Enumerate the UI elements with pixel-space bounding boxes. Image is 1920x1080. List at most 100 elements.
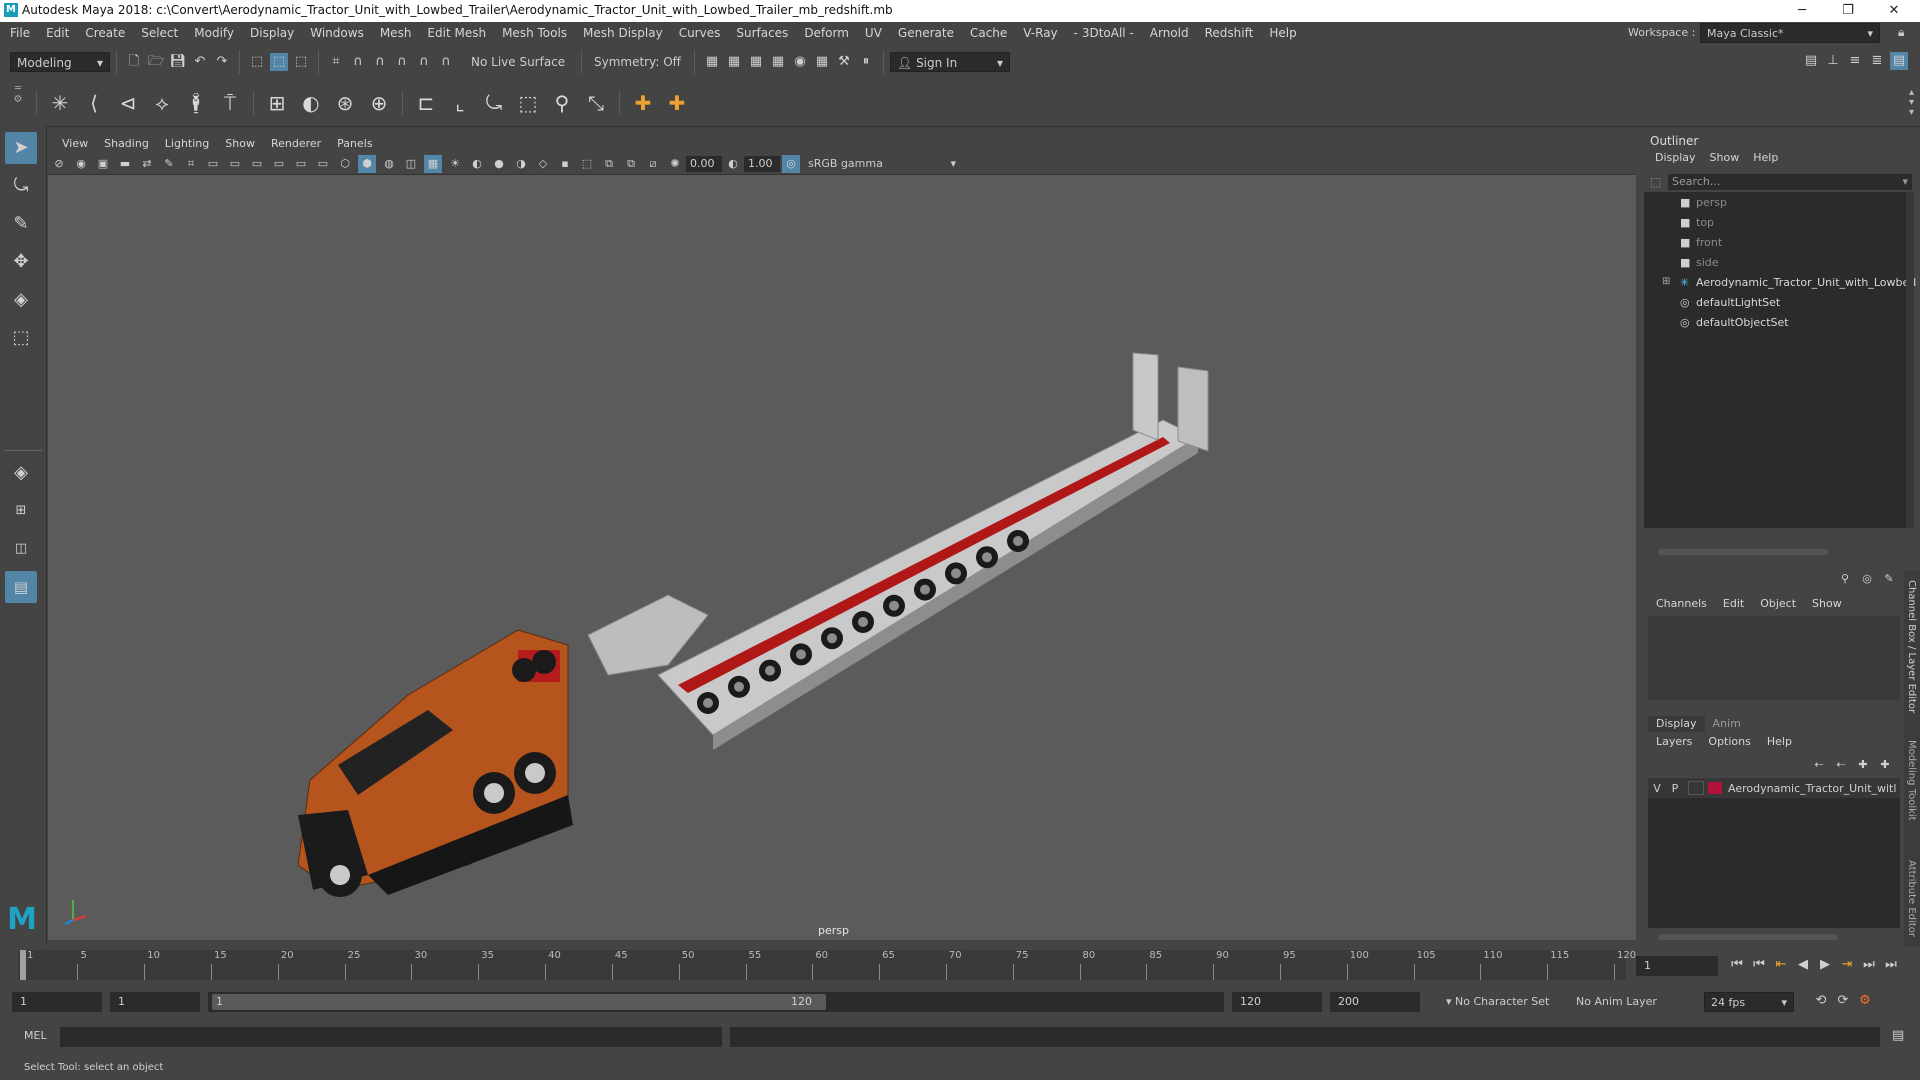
rotate-tool-icon[interactable]: ◈: [5, 284, 37, 316]
outliner-horizontal-scrollbar[interactable]: [1658, 549, 1828, 555]
camera-attr-icon[interactable]: ◉: [72, 155, 90, 173]
snap-view-icon[interactable]: ∩: [393, 53, 411, 71]
outliner-menu-display[interactable]: Display: [1648, 150, 1703, 166]
menu-mesh-display[interactable]: Mesh Display: [575, 22, 671, 44]
outliner-item-defaultlightset[interactable]: ◎ defaultLightSet: [1644, 294, 1904, 312]
lock-icon[interactable]: 🔒︎: [1898, 25, 1912, 39]
go-to-end-icon[interactable]: ⏭: [1882, 956, 1900, 974]
menu-redshift[interactable]: Redshift: [1197, 22, 1262, 44]
new-scene-icon[interactable]: 🗋: [125, 53, 143, 71]
render-frame-icon[interactable]: ▦: [703, 53, 721, 71]
filter-icon[interactable]: ⬚: [1650, 175, 1661, 189]
expand-icon[interactable]: ⊞: [1662, 276, 1670, 287]
resolution-gate-icon[interactable]: ▭: [226, 155, 244, 173]
set-key-icon[interactable]: ✚: [662, 88, 692, 118]
snap-surface-icon[interactable]: ∩: [415, 53, 433, 71]
outliner-item-defaultobjectset[interactable]: ◎ defaultObjectSet: [1644, 314, 1904, 332]
channel-menu-channels[interactable]: Channels: [1648, 596, 1715, 612]
menu-curves[interactable]: Curves: [671, 22, 729, 44]
pause-icon[interactable]: ⏸: [857, 53, 875, 71]
current-frame-field[interactable]: 1: [1636, 956, 1718, 976]
ik-spline-icon[interactable]: ⊲: [113, 88, 143, 118]
move-tool-icon[interactable]: ✥: [5, 246, 37, 278]
channel-box-settings-icon[interactable]: ⚲: [1836, 570, 1854, 588]
mel-label[interactable]: MEL: [24, 1029, 47, 1042]
bind-skin-icon[interactable]: ⟡: [147, 88, 177, 118]
xray-components-icon[interactable]: ⧄: [644, 155, 662, 173]
outliner-search-input[interactable]: Search... ▾: [1668, 174, 1912, 190]
symmetry-dropdown[interactable]: Symmetry: Off: [588, 52, 688, 72]
shadows-icon[interactable]: ◐: [468, 155, 486, 173]
image-plane-icon[interactable]: ▬: [116, 155, 134, 173]
select-component-icon[interactable]: ⬚: [292, 53, 310, 71]
snap-grid-icon[interactable]: ⌗: [327, 53, 345, 71]
exposure-field[interactable]: 0.00: [686, 156, 722, 172]
shelf-scroll-icon[interactable]: ▴ ▾ ▾: [1909, 88, 1914, 118]
camera-select-icon[interactable]: ⊘: [50, 155, 68, 173]
two-view-icon[interactable]: ◫: [5, 533, 37, 565]
outliner-menu-show[interactable]: Show: [1703, 150, 1747, 166]
locator-icon[interactable]: ✚: [628, 88, 658, 118]
constraint-point-icon[interactable]: ⌞: [445, 88, 475, 118]
tab-anim[interactable]: Anim: [1705, 716, 1749, 732]
ik-handle-icon[interactable]: ⟨: [79, 88, 109, 118]
wire-icon[interactable]: ⊕: [364, 88, 394, 118]
script-editor-icon[interactable]: ▤: [1892, 1028, 1904, 1043]
maximize-button[interactable]: ❐: [1828, 1, 1868, 21]
constraint-aim-icon[interactable]: ⚲: [547, 88, 577, 118]
motion-blur-icon[interactable]: ◑: [512, 155, 530, 173]
smooth-shade-icon[interactable]: ⬢: [358, 155, 376, 173]
menu-arnold[interactable]: Arnold: [1142, 22, 1197, 44]
select-hierarchy-icon[interactable]: ⬚: [248, 53, 266, 71]
step-back-key-icon[interactable]: ⏮: [1750, 956, 1768, 974]
menu-windows[interactable]: Windows: [302, 22, 372, 44]
step-forward-frame-icon[interactable]: ⇥: [1838, 956, 1856, 974]
wireframe-on-shaded-icon[interactable]: ◫: [402, 155, 420, 173]
save-scene-icon[interactable]: 💾︎: [169, 53, 187, 71]
command-input[interactable]: [60, 1027, 722, 1047]
tab-attribute-editor[interactable]: Attribute Editor: [1906, 860, 1917, 937]
layer-playback-toggle[interactable]: P: [1666, 782, 1684, 795]
menu-set-dropdown[interactable]: Modeling ▾: [10, 52, 110, 72]
render-view-icon[interactable]: ▦: [725, 53, 743, 71]
quick-rig-icon[interactable]: ⍑: [215, 88, 245, 118]
constraint-pole-icon[interactable]: ⤡: [581, 88, 611, 118]
layer-menu-options[interactable]: Options: [1700, 734, 1758, 750]
new-layer-icon[interactable]: ✚: [1854, 756, 1872, 774]
play-forwards-icon[interactable]: ▶: [1816, 956, 1834, 974]
tab-channel-box-layer-editor[interactable]: Channel Box / Layer Editor: [1906, 580, 1917, 713]
step-back-frame-icon[interactable]: ⇤: [1772, 956, 1790, 974]
redshift-render-icon[interactable]: ▦: [813, 53, 831, 71]
2d-pan-icon[interactable]: ⇄: [138, 155, 156, 173]
multisample-icon[interactable]: ◇: [534, 155, 552, 173]
animation-prefs-icon[interactable]: ⚙: [1856, 992, 1874, 1010]
live-surface-field[interactable]: No Live Surface: [465, 52, 575, 72]
channel-edit-icon[interactable]: ✎: [1880, 570, 1898, 588]
humanik-icon[interactable]: 🕴︎: [181, 88, 211, 118]
outliner-item-top[interactable]: ■ top: [1644, 214, 1904, 232]
outliner-item-front[interactable]: ■ front: [1644, 234, 1904, 252]
menu-modify[interactable]: Modify: [186, 22, 242, 44]
grease-pencil-icon[interactable]: ✎: [160, 155, 178, 173]
layer-menu-layers[interactable]: Layers: [1648, 734, 1700, 750]
four-view-icon[interactable]: ⊞: [5, 495, 37, 527]
bookmark-icon[interactable]: ▣: [94, 155, 112, 173]
workspace-dropdown[interactable]: Maya Classic* ▾: [1700, 23, 1880, 43]
menu-create[interactable]: Create: [77, 22, 133, 44]
play-backwards-icon[interactable]: ◀: [1794, 956, 1812, 974]
outliner-item-aerodynamic-tractor-unit-with-lowbed[interactable]: ⊞ ✳ Aerodynamic_Tractor_Unit_with_Lowbed: [1644, 274, 1916, 292]
fps-dropdown[interactable]: 24 fps ▾: [1704, 992, 1794, 1012]
animation-start-field[interactable]: 1: [12, 992, 102, 1012]
undo-icon[interactable]: ↶: [191, 53, 209, 71]
lattice-icon[interactable]: ◐: [296, 88, 326, 118]
viewport-menu-show[interactable]: Show: [217, 134, 263, 154]
channel-sync-icon[interactable]: ◎: [1858, 570, 1876, 588]
safe-title-icon[interactable]: ▭: [314, 155, 332, 173]
menu-surfaces[interactable]: Surfaces: [728, 22, 796, 44]
perspective-viewport[interactable]: [48, 175, 1636, 940]
layer-visibility-toggle[interactable]: V: [1648, 782, 1666, 795]
menu-mesh-tools[interactable]: Mesh Tools: [494, 22, 575, 44]
constraint-scale-icon[interactable]: ⬚: [513, 88, 543, 118]
layer-horizontal-scrollbar[interactable]: [1658, 934, 1838, 940]
layer-type-toggle[interactable]: [1688, 781, 1704, 795]
